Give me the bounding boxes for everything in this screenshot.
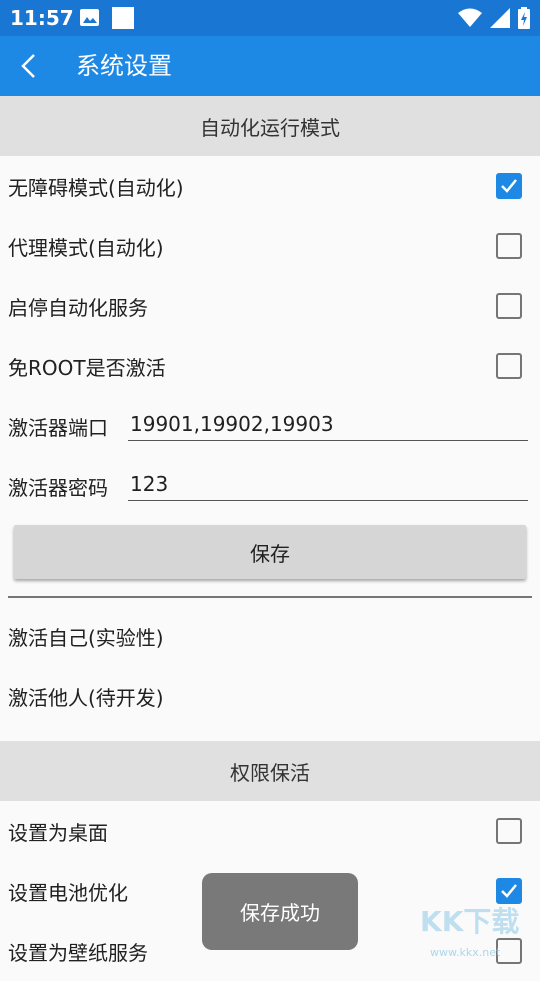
app-bar: 系统设置 [0, 36, 540, 96]
watermark-url: www.kkx.net [430, 946, 501, 959]
battery-charging-icon [518, 7, 530, 29]
option-label: 免ROOT是否激活 [8, 355, 166, 380]
wifi-icon [458, 8, 482, 27]
status-time: 11:57 [10, 6, 74, 30]
field-row-port: 激活器端口 [0, 396, 540, 456]
divider [8, 596, 532, 598]
section-header-keepalive: 权限保活 [0, 741, 540, 801]
port-label: 激活器端口 [8, 415, 108, 440]
password-label: 激活器密码 [8, 475, 108, 500]
option-label: 设置电池优化 [8, 880, 128, 905]
check-icon [501, 884, 517, 898]
toast-message: 保存成功 [202, 873, 358, 950]
option-row-launcher[interactable]: 设置为桌面 [0, 801, 540, 861]
action-label: 激活他人(待开发) [8, 685, 164, 710]
option-label: 设置为壁纸服务 [8, 940, 148, 965]
save-button[interactable]: 保存 [14, 525, 526, 579]
section-header-automation: 自动化运行模式 [0, 96, 540, 156]
signal-icon [490, 8, 510, 28]
port-input[interactable] [128, 408, 528, 441]
action-activate-others[interactable]: 激活他人(待开发) [0, 666, 540, 726]
image-icon [80, 9, 99, 26]
checkbox-accessibility[interactable] [496, 173, 522, 199]
chevron-left-icon[interactable] [14, 50, 46, 82]
notification-square-icon [112, 7, 134, 29]
status-bar: 11:57 [0, 0, 540, 36]
option-row-start-stop[interactable]: 启停自动化服务 [0, 276, 540, 336]
option-label: 设置为桌面 [8, 820, 108, 845]
option-row-accessibility[interactable]: 无障碍模式(自动化) [0, 156, 540, 216]
checkbox-start-stop[interactable] [496, 293, 522, 319]
option-label: 代理模式(自动化) [8, 235, 164, 260]
checkbox-proxy[interactable] [496, 233, 522, 259]
option-row-noroot[interactable]: 免ROOT是否激活 [0, 336, 540, 396]
checkbox-noroot[interactable] [496, 353, 522, 379]
action-label: 激活自己(实验性) [8, 625, 164, 650]
action-activate-self[interactable]: 激活自己(实验性) [0, 606, 540, 666]
status-icons [458, 6, 530, 30]
option-label: 无障碍模式(自动化) [8, 175, 184, 200]
option-row-proxy[interactable]: 代理模式(自动化) [0, 216, 540, 276]
field-row-password: 激活器密码 [0, 456, 540, 516]
password-input[interactable] [128, 468, 528, 501]
checkbox-launcher[interactable] [496, 818, 522, 844]
check-icon [501, 179, 517, 193]
page-title: 系统设置 [76, 52, 172, 80]
option-label: 启停自动化服务 [8, 295, 148, 320]
